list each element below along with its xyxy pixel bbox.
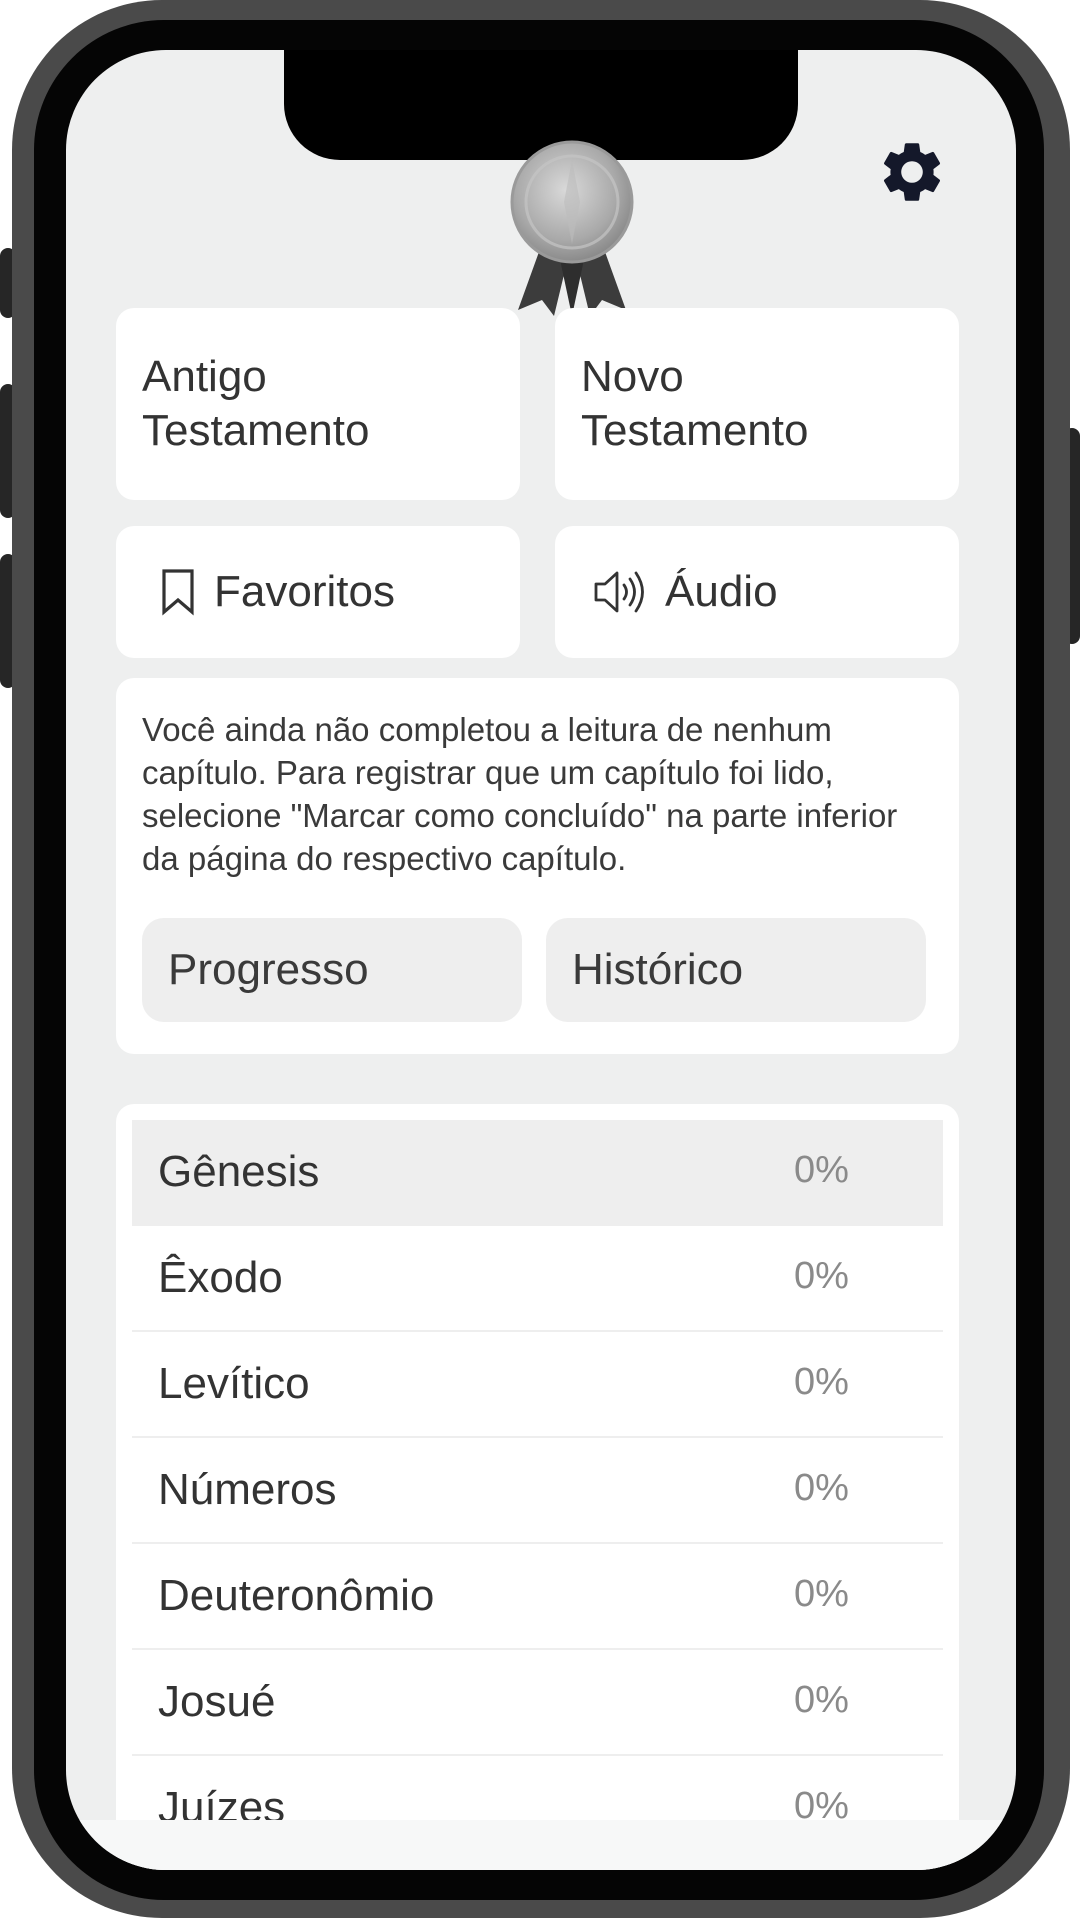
book-progress: 0% [794,1255,849,1297]
book-row-exodus[interactable]: Êxodo 0% [132,1226,943,1332]
speaker-icon [594,571,644,613]
new-testament-button[interactable]: Novo Testamento [555,308,959,500]
new-testament-label: Novo Testamento [581,352,809,455]
book-name: Levítico [158,1359,310,1408]
book-name: Gênesis [158,1147,320,1196]
book-name: Êxodo [158,1253,283,1302]
gear-icon[interactable] [876,136,948,208]
history-button-label: Histórico [572,945,744,994]
book-row-leviticus[interactable]: Levítico 0% [132,1332,943,1438]
book-progress: 0% [794,1679,849,1721]
book-row-genesis[interactable]: Gênesis 0% [132,1120,943,1226]
progress-button-label: Progresso [168,945,369,994]
book-progress: 0% [794,1149,849,1191]
audio-label: Áudio [665,567,778,616]
book-progress: 0% [794,1467,849,1509]
book-row-deuteronomy[interactable]: Deuteronômio 0% [132,1544,943,1650]
no-progress-message: Você ainda não completou a leitura de ne… [142,711,898,877]
book-progress: 0% [794,1573,849,1615]
book-name: Josué [158,1677,276,1726]
favorites-label: Favoritos [214,567,395,616]
book-progress: 0% [794,1361,849,1403]
favorites-row: Favoritos [160,526,395,658]
silver-medal-icon [510,140,634,316]
bookmark-icon [162,569,194,616]
audio-button[interactable]: Áudio [555,526,959,658]
book-list-card: Gênesis 0% Êxodo 0% Levítico 0% Números … [116,1104,959,1870]
history-button[interactable]: Histórico [546,918,926,1022]
bottom-safe-area [66,1820,1016,1870]
book-name: Deuteronômio [158,1571,435,1620]
book-row-joshua[interactable]: Josué 0% [132,1650,943,1756]
progress-button[interactable]: Progresso [142,918,522,1022]
device-canvas: Antigo Testamento Novo Testamento Favori… [0,0,1080,1920]
old-testament-button[interactable]: Antigo Testamento [116,308,520,500]
book-name: Números [158,1465,337,1514]
audio-row: Áudio [593,526,778,658]
favorites-button[interactable]: Favoritos [116,526,520,658]
book-list: Gênesis 0% Êxodo 0% Levítico 0% Números … [132,1120,943,1862]
reading-progress-card: Você ainda não completou a leitura de ne… [116,678,959,1054]
book-row-numbers[interactable]: Números 0% [132,1438,943,1544]
app-screen: Antigo Testamento Novo Testamento Favori… [66,50,1016,1870]
old-testament-label: Antigo Testamento [142,352,370,455]
